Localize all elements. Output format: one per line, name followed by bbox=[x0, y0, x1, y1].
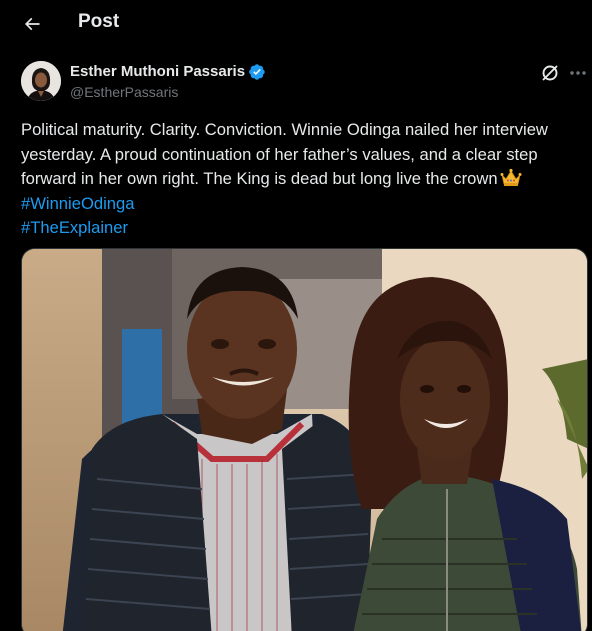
crown-emoji-icon bbox=[500, 168, 522, 186]
back-button[interactable] bbox=[16, 8, 48, 40]
author-name[interactable]: Esther Muthoni Passaris bbox=[70, 63, 245, 80]
page-title: Post bbox=[78, 11, 120, 32]
post-text: Political maturity. Clarity. Conviction.… bbox=[21, 118, 587, 241]
more-options-button[interactable] bbox=[565, 62, 591, 84]
post-text-line: Political maturity. Clarity. Conviction.… bbox=[21, 120, 548, 139]
post-photo[interactable] bbox=[21, 248, 588, 631]
verified-badge-icon bbox=[249, 64, 265, 80]
grok-icon bbox=[542, 65, 558, 81]
post-text-segment: forward in her own right. The King is de… bbox=[21, 169, 498, 188]
post-text-line: forward in her own right. The King is de… bbox=[21, 167, 587, 192]
post-text-line: yesterday. A proud continuation of her f… bbox=[21, 144, 538, 164]
photo-two-people-icon bbox=[22, 249, 587, 631]
arrow-left-icon bbox=[24, 17, 40, 31]
hashtag-link[interactable]: #WinnieOdinga bbox=[21, 192, 587, 217]
author-handle[interactable]: @EstherPassaris bbox=[70, 84, 178, 100]
post-header: Post bbox=[0, 0, 592, 46]
hashtag-link[interactable]: #TheExplainer bbox=[21, 216, 587, 241]
more-horizontal-icon bbox=[570, 71, 586, 75]
grok-button[interactable] bbox=[539, 62, 561, 84]
author-avatar[interactable] bbox=[21, 61, 61, 101]
